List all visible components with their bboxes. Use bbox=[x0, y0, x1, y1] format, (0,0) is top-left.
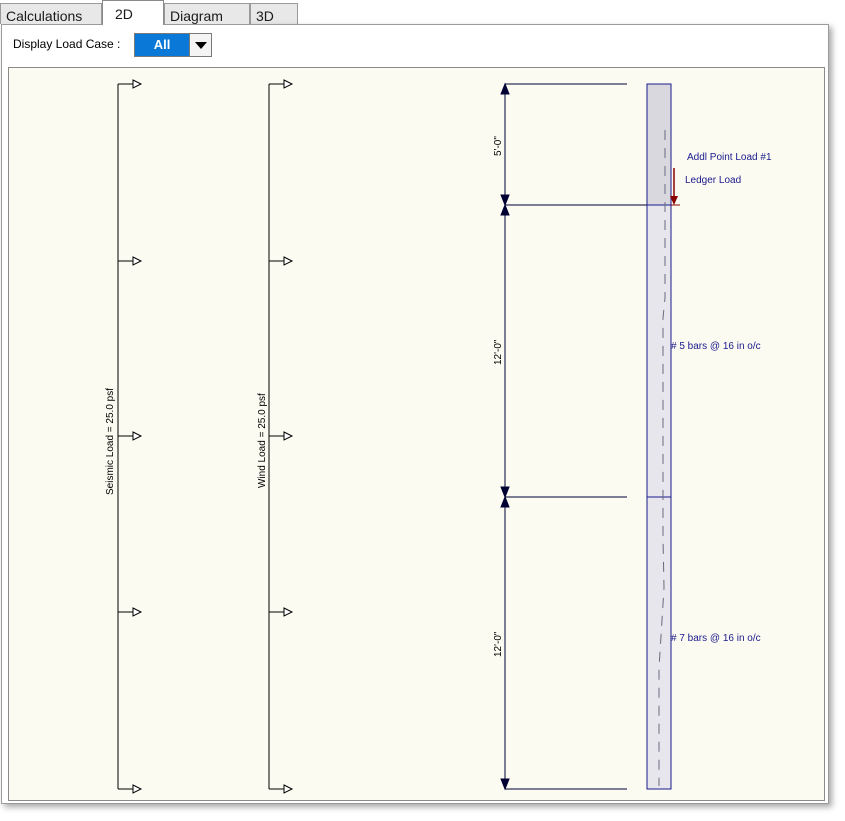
wind-load-label: Wind Load = 25.0 psf bbox=[257, 393, 268, 488]
wind-arrow-icon bbox=[283, 256, 294, 266]
dimension-arrow-icon bbox=[500, 203, 510, 216]
wall-diagram-svg: Seismic Load = 25.0 psf Wind Load = 25.0… bbox=[105, 79, 772, 794]
dimension-label-middle: 12'-0" bbox=[493, 339, 504, 365]
seismic-arrow-icon bbox=[132, 256, 143, 266]
tab-strip: Calculations 2D Diagram 3D bbox=[0, 0, 845, 25]
dimension-lines bbox=[500, 82, 647, 791]
display-load-case-select[interactable]: All bbox=[134, 33, 212, 57]
diagram-canvas: Seismic Load = 25.0 psf Wind Load = 25.0… bbox=[8, 67, 825, 801]
wind-arrow-icon bbox=[283, 431, 294, 441]
display-load-case-value: All bbox=[135, 34, 189, 56]
tab-calculations[interactable]: Calculations bbox=[0, 3, 102, 24]
dimension-arrow-icon bbox=[500, 486, 510, 499]
wind-arrow-icon bbox=[283, 79, 294, 89]
dimension-arrow-icon bbox=[500, 82, 510, 95]
seismic-arrow-icon bbox=[132, 607, 143, 617]
wind-arrow-icon bbox=[283, 784, 294, 794]
wind-arrow-icon bbox=[283, 607, 294, 617]
seismic-load-diagram bbox=[117, 79, 143, 794]
chevron-down-icon[interactable] bbox=[189, 34, 211, 56]
seismic-arrow-icon bbox=[132, 431, 143, 441]
dimension-arrow-icon bbox=[500, 778, 510, 791]
dimension-arrow-icon bbox=[500, 194, 510, 207]
seismic-load-label: Seismic Load = 25.0 psf bbox=[105, 388, 116, 495]
tab-2d[interactable]: 2D bbox=[102, 0, 164, 25]
wind-load-diagram bbox=[268, 79, 294, 794]
wall-top-segment bbox=[647, 84, 671, 205]
display-load-case-label: Display Load Case : bbox=[13, 37, 121, 51]
ledger-load-label: Ledger Load bbox=[685, 175, 741, 186]
dimension-arrow-icon bbox=[500, 495, 510, 508]
seismic-arrow-icon bbox=[132, 784, 143, 794]
seismic-arrow-icon bbox=[132, 79, 143, 89]
wall-section bbox=[646, 83, 672, 790]
rebar-lower-label: # 7 bars @ 16 in o/c bbox=[671, 633, 761, 644]
tab-diagram[interactable]: Diagram bbox=[164, 3, 250, 24]
tab-3d[interactable]: 3D bbox=[250, 3, 298, 24]
addl-point-load-label: Addl Point Load #1 bbox=[687, 152, 772, 163]
dimension-label-top: 5'-0" bbox=[493, 136, 504, 156]
rebar-upper-label: # 5 bars @ 16 in o/c bbox=[671, 341, 761, 352]
dimension-label-bottom: 12'-0" bbox=[493, 631, 504, 657]
